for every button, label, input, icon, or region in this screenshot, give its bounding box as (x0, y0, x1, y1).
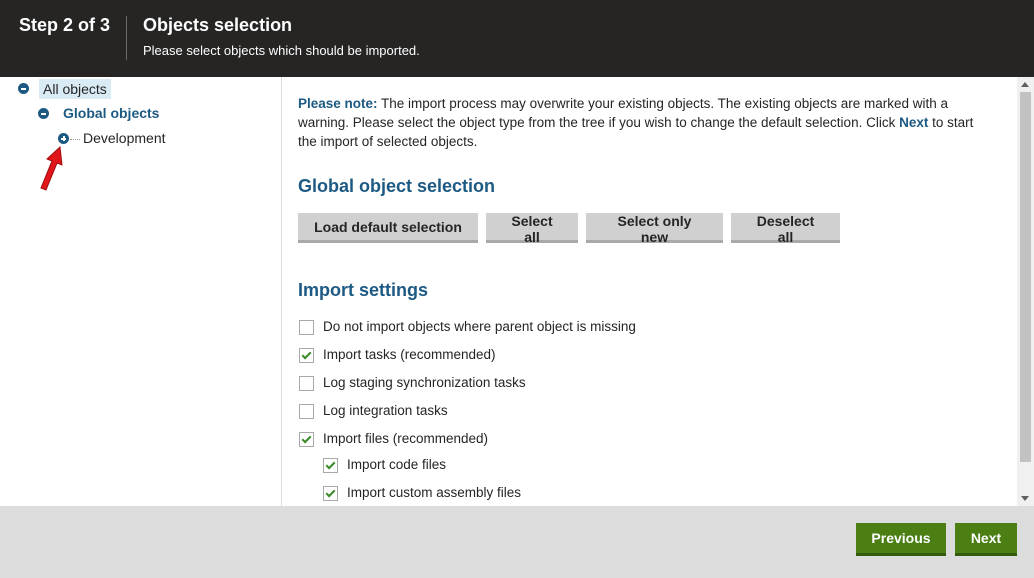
wizard-header: Step 2 of 3 Objects selection Please sel… (0, 0, 1034, 77)
tree-item-all-objects[interactable]: All objects (39, 79, 111, 99)
tree-item-development[interactable]: Development (83, 130, 166, 146)
collapse-icon[interactable] (38, 108, 49, 119)
annotation-arrow-icon (40, 145, 63, 191)
deselect-all-button[interactable]: Deselect all (731, 213, 840, 245)
option-label: Log staging synchronization tasks (323, 375, 526, 390)
object-tree: All objects Global objects Development (0, 77, 282, 506)
option-label: Import files (recommended) (323, 431, 489, 446)
wizard-footer: Previous Next (0, 506, 1034, 578)
checkbox[interactable] (299, 320, 314, 335)
option-label: Import tasks (recommended) (323, 347, 496, 362)
option-label: Import code files (347, 457, 447, 472)
scroll-down-icon[interactable] (1021, 496, 1029, 501)
option-label: Do not import objects where parent objec… (323, 319, 636, 334)
select-only-new-button[interactable]: Select only new (586, 213, 723, 245)
tree-item-global-objects[interactable]: Global objects (63, 105, 159, 121)
import-settings-heading: Import settings (298, 280, 429, 300)
checkbox[interactable] (299, 376, 314, 391)
option-label: Log integration tasks (323, 403, 448, 418)
note-next-word: Next (899, 115, 929, 130)
page-subtitle: Please select objects which should be im… (143, 43, 420, 58)
import-note: Please note: The import process may over… (298, 94, 988, 151)
checkbox[interactable] (299, 348, 314, 363)
checkbox[interactable] (299, 404, 314, 419)
checkbox[interactable] (323, 458, 338, 473)
option-label: Import custom assembly files (347, 485, 522, 500)
global-selection-heading: Global object selection (298, 176, 496, 196)
step-indicator: Step 2 of 3 (19, 15, 111, 35)
tree-connector (70, 139, 80, 140)
checkbox[interactable] (323, 486, 338, 501)
next-button[interactable]: Next (955, 523, 1017, 556)
main-panel: Please note: The import process may over… (282, 77, 1017, 506)
note-text: The import process may overwrite your ex… (298, 96, 949, 130)
collapse-icon[interactable] (18, 83, 29, 94)
load-default-selection-button[interactable]: Load default selection (298, 213, 478, 243)
scroll-up-icon[interactable] (1021, 82, 1029, 87)
header-divider (126, 16, 127, 60)
checkbox[interactable] (299, 432, 314, 447)
note-lead: Please note: (298, 96, 378, 111)
select-all-button[interactable]: Select all (486, 213, 578, 245)
vertical-scrollbar[interactable] (1017, 77, 1034, 506)
page-title: Objects selection (143, 15, 293, 35)
previous-button[interactable]: Previous (856, 523, 946, 556)
scrollbar-thumb[interactable] (1020, 92, 1031, 462)
